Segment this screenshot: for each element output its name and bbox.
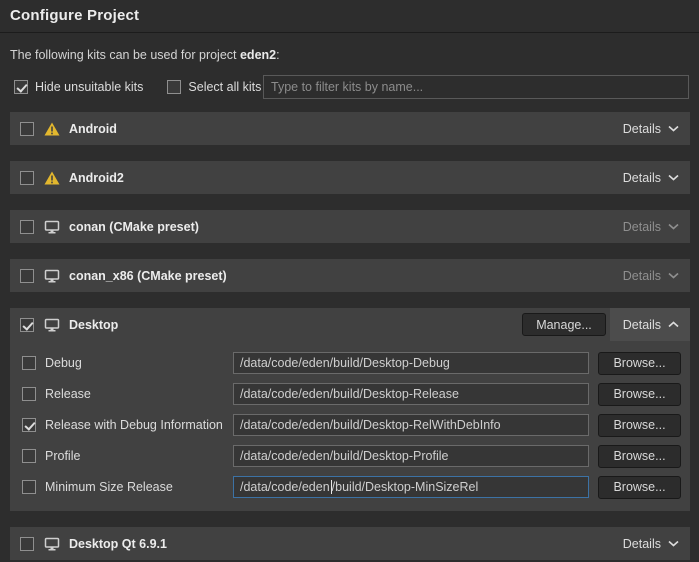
dialog-header: Configure Project [0,0,699,33]
kit-row-desktop-qt: Desktop Qt 6.9.1 Details [10,527,690,560]
details-label: Details [623,220,661,234]
details-label: Details [623,537,661,551]
page-title: Configure Project [10,7,689,24]
chevron-up-icon [668,321,679,328]
desktop-icon [43,269,60,283]
select-all-checkbox[interactable] [167,80,181,94]
kit-name: conan_x86 (CMake preset) [69,269,227,283]
build-dir-path: /data/code/eden/build/Desktop-RelWithDeb… [240,418,501,432]
warning-icon [43,171,60,185]
details-button-conan: Details [610,210,690,243]
build-dir-path: /data/code/eden/build/Desktop-Profile [240,449,448,463]
details-button-conan-x86: Details [610,259,690,292]
kit-checkbox-android[interactable] [20,122,34,136]
build-dir-path: /data/code/eden/build/Desktop-Release [240,387,459,401]
config-label: Profile [45,449,80,463]
browse-button-minsizerel[interactable]: Browse... [598,476,681,499]
details-button-android[interactable]: Details [610,112,690,145]
kit-panel-desktop: Desktop Manage... Details Debug /data/co… [10,308,690,511]
kit-checkbox-desktop[interactable] [20,318,34,332]
build-dir-input-debug[interactable]: /data/code/eden/build/Desktop-Debug [233,352,589,374]
browse-button-debug[interactable]: Browse... [598,352,681,375]
kit-name: Desktop [69,318,118,332]
config-label: Minimum Size Release [45,480,173,494]
kit-name: Android2 [69,171,124,185]
build-dir-path: /build/Desktop-MinSizeRel [332,480,479,494]
details-label: Details [623,318,661,332]
chevron-down-icon [668,223,679,230]
config-checkbox-relwithdebinfo[interactable] [22,418,36,432]
build-dir-input-release[interactable]: /data/code/eden/build/Desktop-Release [233,383,589,405]
kit-name: Desktop Qt 6.9.1 [69,537,167,551]
kit-checkbox-android2[interactable] [20,171,34,185]
kit-row-android: Android Details [10,112,690,145]
details-button-desktop-qt[interactable]: Details [610,527,690,560]
build-dir-path: /data/code/eden/build/Desktop-Debug [240,356,450,370]
project-name: eden2 [240,48,276,62]
config-checkbox-debug[interactable] [22,356,36,370]
config-row-release: Release /data/code/eden/build/Desktop-Re… [22,383,681,405]
intro-prefix: The following kits can be used for proje… [10,48,240,62]
details-button-android2[interactable]: Details [610,161,690,194]
intro-text: The following kits can be used for proje… [10,48,689,62]
config-row-relwithdebinfo: Release with Debug Information /data/cod… [22,414,681,436]
kit-row-conan: conan (CMake preset) Details [10,210,690,243]
chevron-down-icon [668,125,679,132]
config-row-profile: Profile /data/code/eden/build/Desktop-Pr… [22,445,681,467]
intro-suffix: : [276,48,279,62]
kit-name: conan (CMake preset) [69,220,199,234]
build-config-list: Debug /data/code/eden/build/Desktop-Debu… [10,341,690,511]
kit-filter-input[interactable] [263,75,689,99]
kit-checkbox-conan[interactable] [20,220,34,234]
kit-name: Android [69,122,117,136]
build-dir-input-relwithdebinfo[interactable]: /data/code/eden/build/Desktop-RelWithDeb… [233,414,589,436]
config-label: Release with Debug Information [45,418,223,432]
hide-unsuitable-checkbox[interactable] [14,80,28,94]
config-label: Release [45,387,91,401]
desktop-icon [43,537,60,551]
chevron-down-icon [668,540,679,547]
config-checkbox-profile[interactable] [22,449,36,463]
build-dir-input-profile[interactable]: /data/code/eden/build/Desktop-Profile [233,445,589,467]
details-label: Details [623,269,661,283]
details-button-desktop[interactable]: Details [610,308,690,341]
chevron-down-icon [668,272,679,279]
kit-checkbox-desktop-qt[interactable] [20,537,34,551]
desktop-icon [43,220,60,234]
filter-row: Hide unsuitable kits Select all kits [14,75,689,99]
details-label: Details [623,171,661,185]
build-dir-input-minsizerel[interactable]: /data/code/eden/build/Desktop-MinSizeRel [233,476,589,498]
browse-button-profile[interactable]: Browse... [598,445,681,468]
select-all-label[interactable]: Select all kits [188,80,261,94]
warning-icon [43,122,60,136]
config-row-debug: Debug /data/code/eden/build/Desktop-Debu… [22,352,681,374]
kit-row-android2: Android2 Details [10,161,690,194]
kit-list: Android Details Android2 [10,112,690,560]
build-dir-path: /data/code/eden [240,480,330,494]
details-label: Details [623,122,661,136]
desktop-icon [43,318,60,332]
browse-button-relwithdebinfo[interactable]: Browse... [598,414,681,437]
hide-unsuitable-label[interactable]: Hide unsuitable kits [35,80,143,94]
manage-button[interactable]: Manage... [522,313,606,336]
config-label: Debug [45,356,82,370]
config-row-minsizerel: Minimum Size Release /data/code/eden/bui… [22,476,681,498]
config-checkbox-minsizerel[interactable] [22,480,36,494]
browse-button-release[interactable]: Browse... [598,383,681,406]
kit-row-conan-x86: conan_x86 (CMake preset) Details [10,259,690,292]
config-checkbox-release[interactable] [22,387,36,401]
kit-checkbox-conan-x86[interactable] [20,269,34,283]
chevron-down-icon [668,174,679,181]
